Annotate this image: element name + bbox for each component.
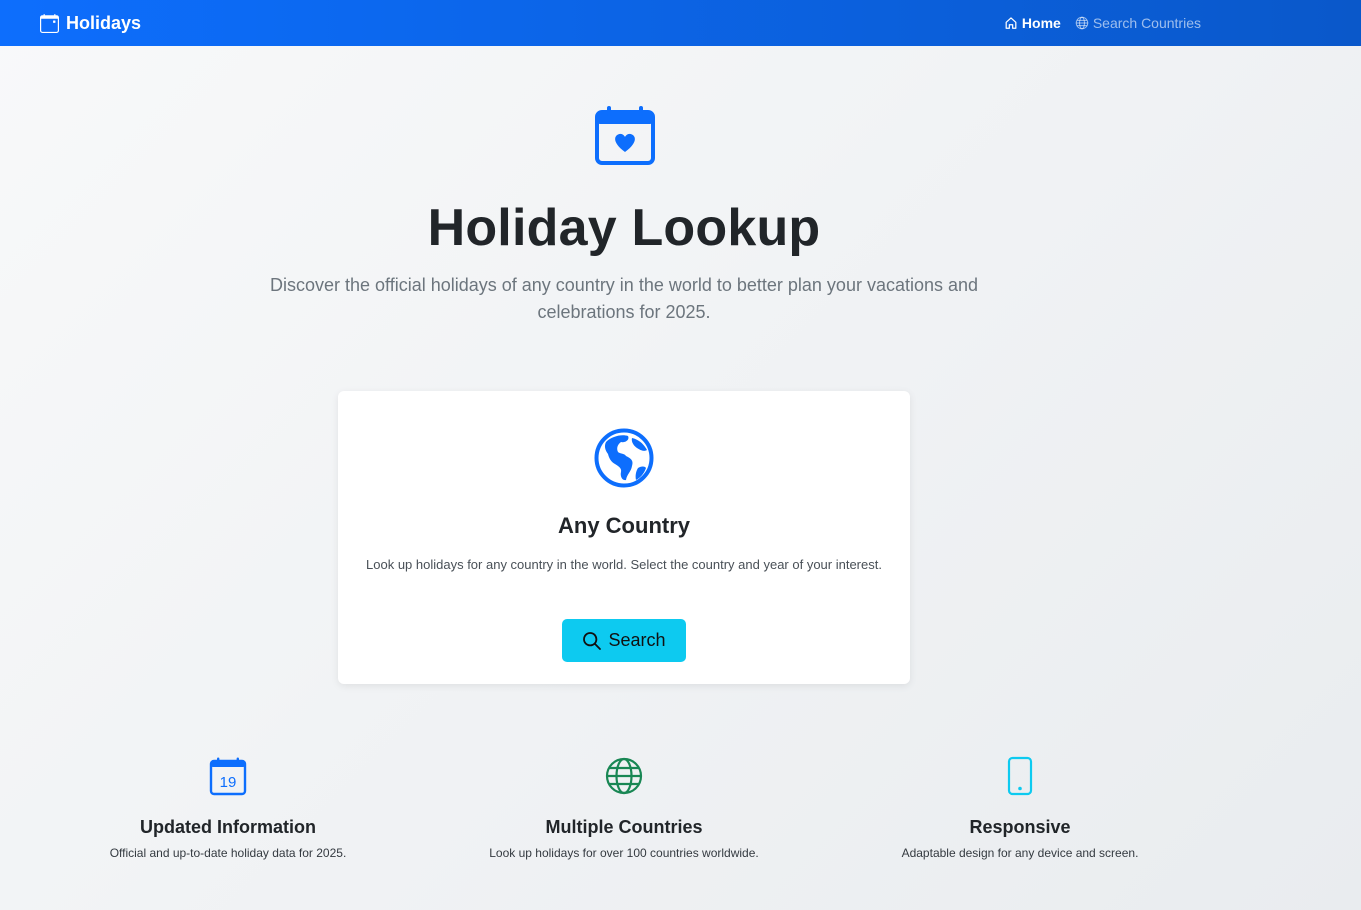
page-subtitle: Discover the official holidays of any co…: [269, 275, 979, 322]
page-title: Holiday Lookup: [427, 199, 821, 257]
feature-description: Look up holidays for over 100 countries …: [489, 846, 759, 860]
nav-links: Home Search Countries: [1004, 0, 1201, 46]
house-icon: [1005, 17, 1017, 29]
feature-updated-information: 19 Updated Information Official and up-t…: [30, 756, 426, 861]
card-description: Look up holidays for any country in the …: [366, 557, 882, 572]
nav-search-countries-label: Search Countries: [1092, 15, 1201, 31]
feature-multiple-countries: Multiple Countries Look up holidays for …: [426, 756, 822, 861]
country-search-card: Any Country Look up holidays for any cou…: [338, 391, 910, 684]
feature-title: Multiple Countries: [545, 817, 703, 837]
feature-responsive: Responsive Adaptable design for any devi…: [822, 756, 1218, 861]
navbar: Holidays Home Search Countries: [0, 0, 1361, 46]
feature-description: Official and up-to-date holiday data for…: [109, 846, 347, 860]
calendar-heart-icon: [595, 106, 655, 165]
feature-title: Responsive: [969, 817, 1071, 837]
nav-home-label: Home: [1021, 15, 1061, 31]
globe-icon: [605, 757, 643, 795]
search-icon: [583, 631, 602, 650]
search-button[interactable]: Search: [562, 619, 686, 662]
feature-description: Adaptable design for any device and scre…: [901, 846, 1139, 860]
feature-title: Updated Information: [140, 817, 316, 837]
card-title: Any Country: [558, 513, 690, 538]
search-button-label: Search: [608, 630, 666, 650]
calendar-date-icon: 19: [209, 757, 247, 796]
brand-link[interactable]: Holidays: [40, 0, 141, 46]
calendar-date-number: 19: [220, 774, 237, 791]
nav-home-link[interactable]: Home: [1004, 15, 1061, 31]
nav-search-countries-link[interactable]: Search Countries: [1075, 15, 1201, 31]
phone-icon: [1007, 756, 1033, 796]
calendar-icon: [40, 13, 59, 33]
globe-icon: [1075, 16, 1089, 30]
brand-label: Holidays: [66, 12, 142, 33]
globe-americas-icon: [594, 428, 654, 488]
